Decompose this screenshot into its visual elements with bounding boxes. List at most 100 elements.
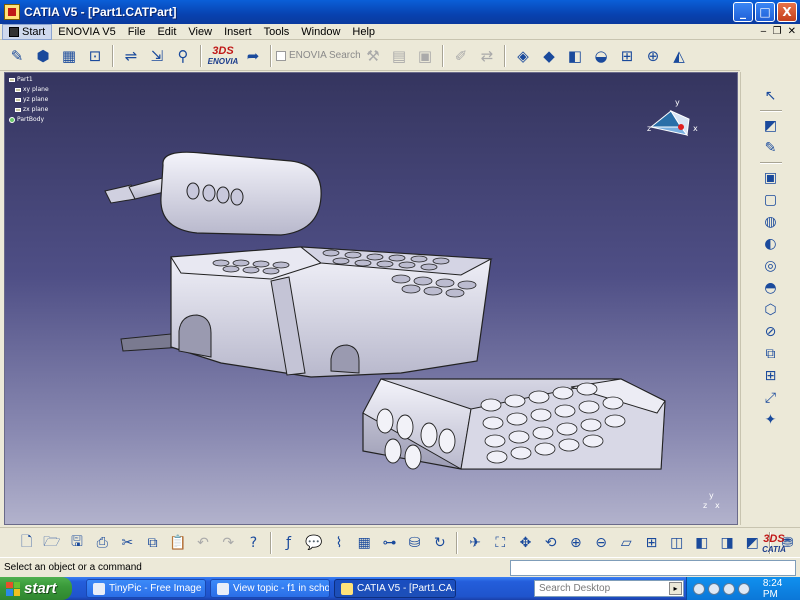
close-button[interactable]: X (777, 2, 797, 22)
new-icon[interactable]: 🗋 (15, 531, 38, 555)
scale-icon[interactable]: ⤢ (761, 388, 781, 408)
knowledge-icon[interactable]: 💬 (302, 531, 325, 555)
tray-volume-icon[interactable] (707, 582, 720, 595)
normal-view-icon[interactable]: ⏥ (615, 531, 638, 555)
grid-icon[interactable]: ▦ (57, 44, 81, 68)
enovia-move-icon[interactable]: ⇄ (475, 44, 499, 68)
menu-tools[interactable]: Tools (258, 24, 296, 40)
enovia-search-field[interactable]: ENOVIA Search ... (276, 46, 360, 66)
hide-show-icon[interactable]: ◨ (715, 531, 738, 555)
update-icon[interactable]: ↻ (428, 531, 451, 555)
menu-help[interactable]: Help (346, 24, 381, 40)
pad-icon[interactable]: ◈ (511, 44, 535, 68)
fly-mode-icon[interactable]: ✈ (463, 531, 486, 555)
enovia-doc-icon[interactable]: ▤ (387, 44, 411, 68)
fillet-icon[interactable]: ◍ (761, 212, 781, 232)
multi-view-icon[interactable]: ⊞ (640, 531, 663, 555)
menu-window[interactable]: Window (295, 24, 346, 40)
measure-icon[interactable]: ⚲ (171, 44, 195, 68)
zoom-in-icon[interactable]: ⊕ (564, 531, 587, 555)
whats-this-icon[interactable]: ? (242, 531, 265, 555)
transform-icon[interactable]: ✦ (761, 410, 781, 430)
plane-tool-icon[interactable]: ◩ (761, 116, 781, 136)
select-arrow-icon[interactable]: ⇲ (145, 44, 169, 68)
enovia-send-icon[interactable]: ➦ (241, 44, 265, 68)
tree-partbody[interactable]: PartBody (9, 115, 49, 125)
sketcher-icon[interactable]: ✎ (5, 44, 29, 68)
pattern-icon[interactable]: ⊞ (761, 366, 781, 386)
enovia-edit-icon[interactable]: ✐ (449, 44, 473, 68)
doc-minimize-icon[interactable]: ‒ (760, 26, 766, 37)
menu-view[interactable]: View (182, 24, 218, 40)
print-icon[interactable]: ⎙ (91, 531, 114, 555)
enovia-logo[interactable]: 3DS ENOVIA (206, 43, 240, 69)
tray-security-icon[interactable] (722, 582, 735, 595)
paste-icon[interactable]: 📋 (166, 531, 189, 555)
shell-icon[interactable]: ◓ (761, 278, 781, 298)
part-design-icon[interactable]: ⬢ (31, 44, 55, 68)
redo-icon[interactable]: ↷ (217, 531, 240, 555)
taskbar-item-catia[interactable]: CATIA V5 - [Part1.CA... (334, 579, 456, 598)
sketch-icon[interactable]: ✎ (761, 138, 781, 158)
clock[interactable]: 8:24 PM (763, 578, 800, 600)
pad-tool-icon[interactable]: ▣ (761, 168, 781, 188)
parameter-icon[interactable]: ⌇ (327, 531, 350, 555)
table-icon[interactable]: ▦ (353, 531, 376, 555)
tree-structure-icon[interactable]: ⊶ (378, 531, 401, 555)
tray-network-icon[interactable] (693, 582, 705, 595)
hole-icon[interactable]: ⊞ (615, 44, 639, 68)
select-icon[interactable]: ↖ (761, 86, 781, 106)
start-button[interactable]: start (0, 577, 72, 600)
menu-start[interactable]: Start (2, 23, 53, 40)
undo-icon[interactable]: ↶ (191, 531, 214, 555)
thread-icon[interactable]: ⊘ (761, 322, 781, 342)
zoom-out-icon[interactable]: ⊖ (589, 531, 612, 555)
maximize-button[interactable]: □ (755, 2, 775, 22)
pocket-icon[interactable]: ◆ (537, 44, 561, 68)
menu-insert[interactable]: Insert (218, 24, 258, 40)
taskbar-item-tinypic[interactable]: TinyPic - Free Image ... (86, 579, 206, 598)
pan-icon[interactable]: ✥ (514, 531, 537, 555)
tree-yz-plane[interactable]: yz plane (9, 95, 49, 105)
taskbar-item-view-topic[interactable]: View topic - f1 in scho... (210, 579, 330, 598)
tree-xy-plane[interactable]: xy plane (9, 85, 49, 95)
compass-icon[interactable]: y x z (641, 97, 701, 147)
cut-icon[interactable]: ✂ (116, 531, 139, 555)
open-icon[interactable]: 🗁 (40, 531, 63, 555)
mirror-icon[interactable]: ⧉ (761, 344, 781, 364)
draft-icon[interactable]: ◎ (761, 256, 781, 276)
constraint-icon[interactable]: ⊡ (83, 44, 107, 68)
save-icon[interactable]: 🖫 (65, 531, 88, 555)
tray-update-icon[interactable] (737, 582, 750, 595)
tree-root[interactable]: Part1 (9, 75, 49, 85)
enovia-search-checkbox[interactable] (276, 50, 286, 61)
groove-icon[interactable]: ◒ (589, 44, 613, 68)
copy-icon[interactable]: ⧉ (141, 531, 164, 555)
search-go-icon[interactable]: ▸ (669, 582, 682, 595)
thickness-icon[interactable]: ⬡ (761, 300, 781, 320)
3d-viewport[interactable]: Part1 xy plane yz plane zx plane PartBod… (4, 72, 738, 525)
catalog-icon[interactable]: ⛁ (403, 531, 426, 555)
rib-icon[interactable]: ⊕ (641, 44, 665, 68)
doc-close-icon[interactable]: ✕ (788, 26, 796, 37)
tree-zx-plane[interactable]: zx plane (9, 105, 49, 115)
chamfer-icon[interactable]: ◐ (761, 234, 781, 254)
enovia-save-icon[interactable]: ▣ (413, 44, 437, 68)
formula-icon[interactable]: ƒ (277, 531, 300, 555)
menu-edit[interactable]: Edit (151, 24, 182, 40)
minimize-button[interactable]: _ (733, 2, 753, 22)
menu-file[interactable]: File (122, 24, 152, 40)
pocket-tool-icon[interactable]: ▢ (761, 190, 781, 210)
menu-enovia[interactable]: ENOVIA V5 (52, 24, 121, 40)
doc-restore-icon[interactable]: ❐ (773, 26, 782, 37)
rotate-icon[interactable]: ⟲ (539, 531, 562, 555)
render-style-icon[interactable]: ◧ (690, 531, 713, 555)
desktop-search-field[interactable]: Search Desktop ▸ (534, 580, 684, 597)
title-bar[interactable]: CATIA V5 - [Part1.CATPart] _ □ X (0, 0, 800, 24)
fit-all-icon[interactable]: ⛶ (489, 531, 512, 555)
iso-view-icon[interactable]: ◫ (665, 531, 688, 555)
command-input[interactable] (510, 560, 796, 576)
slot-icon[interactable]: ◭ (667, 44, 691, 68)
catia-app-icon[interactable] (4, 4, 20, 20)
3d-part-model[interactable] (101, 151, 681, 471)
